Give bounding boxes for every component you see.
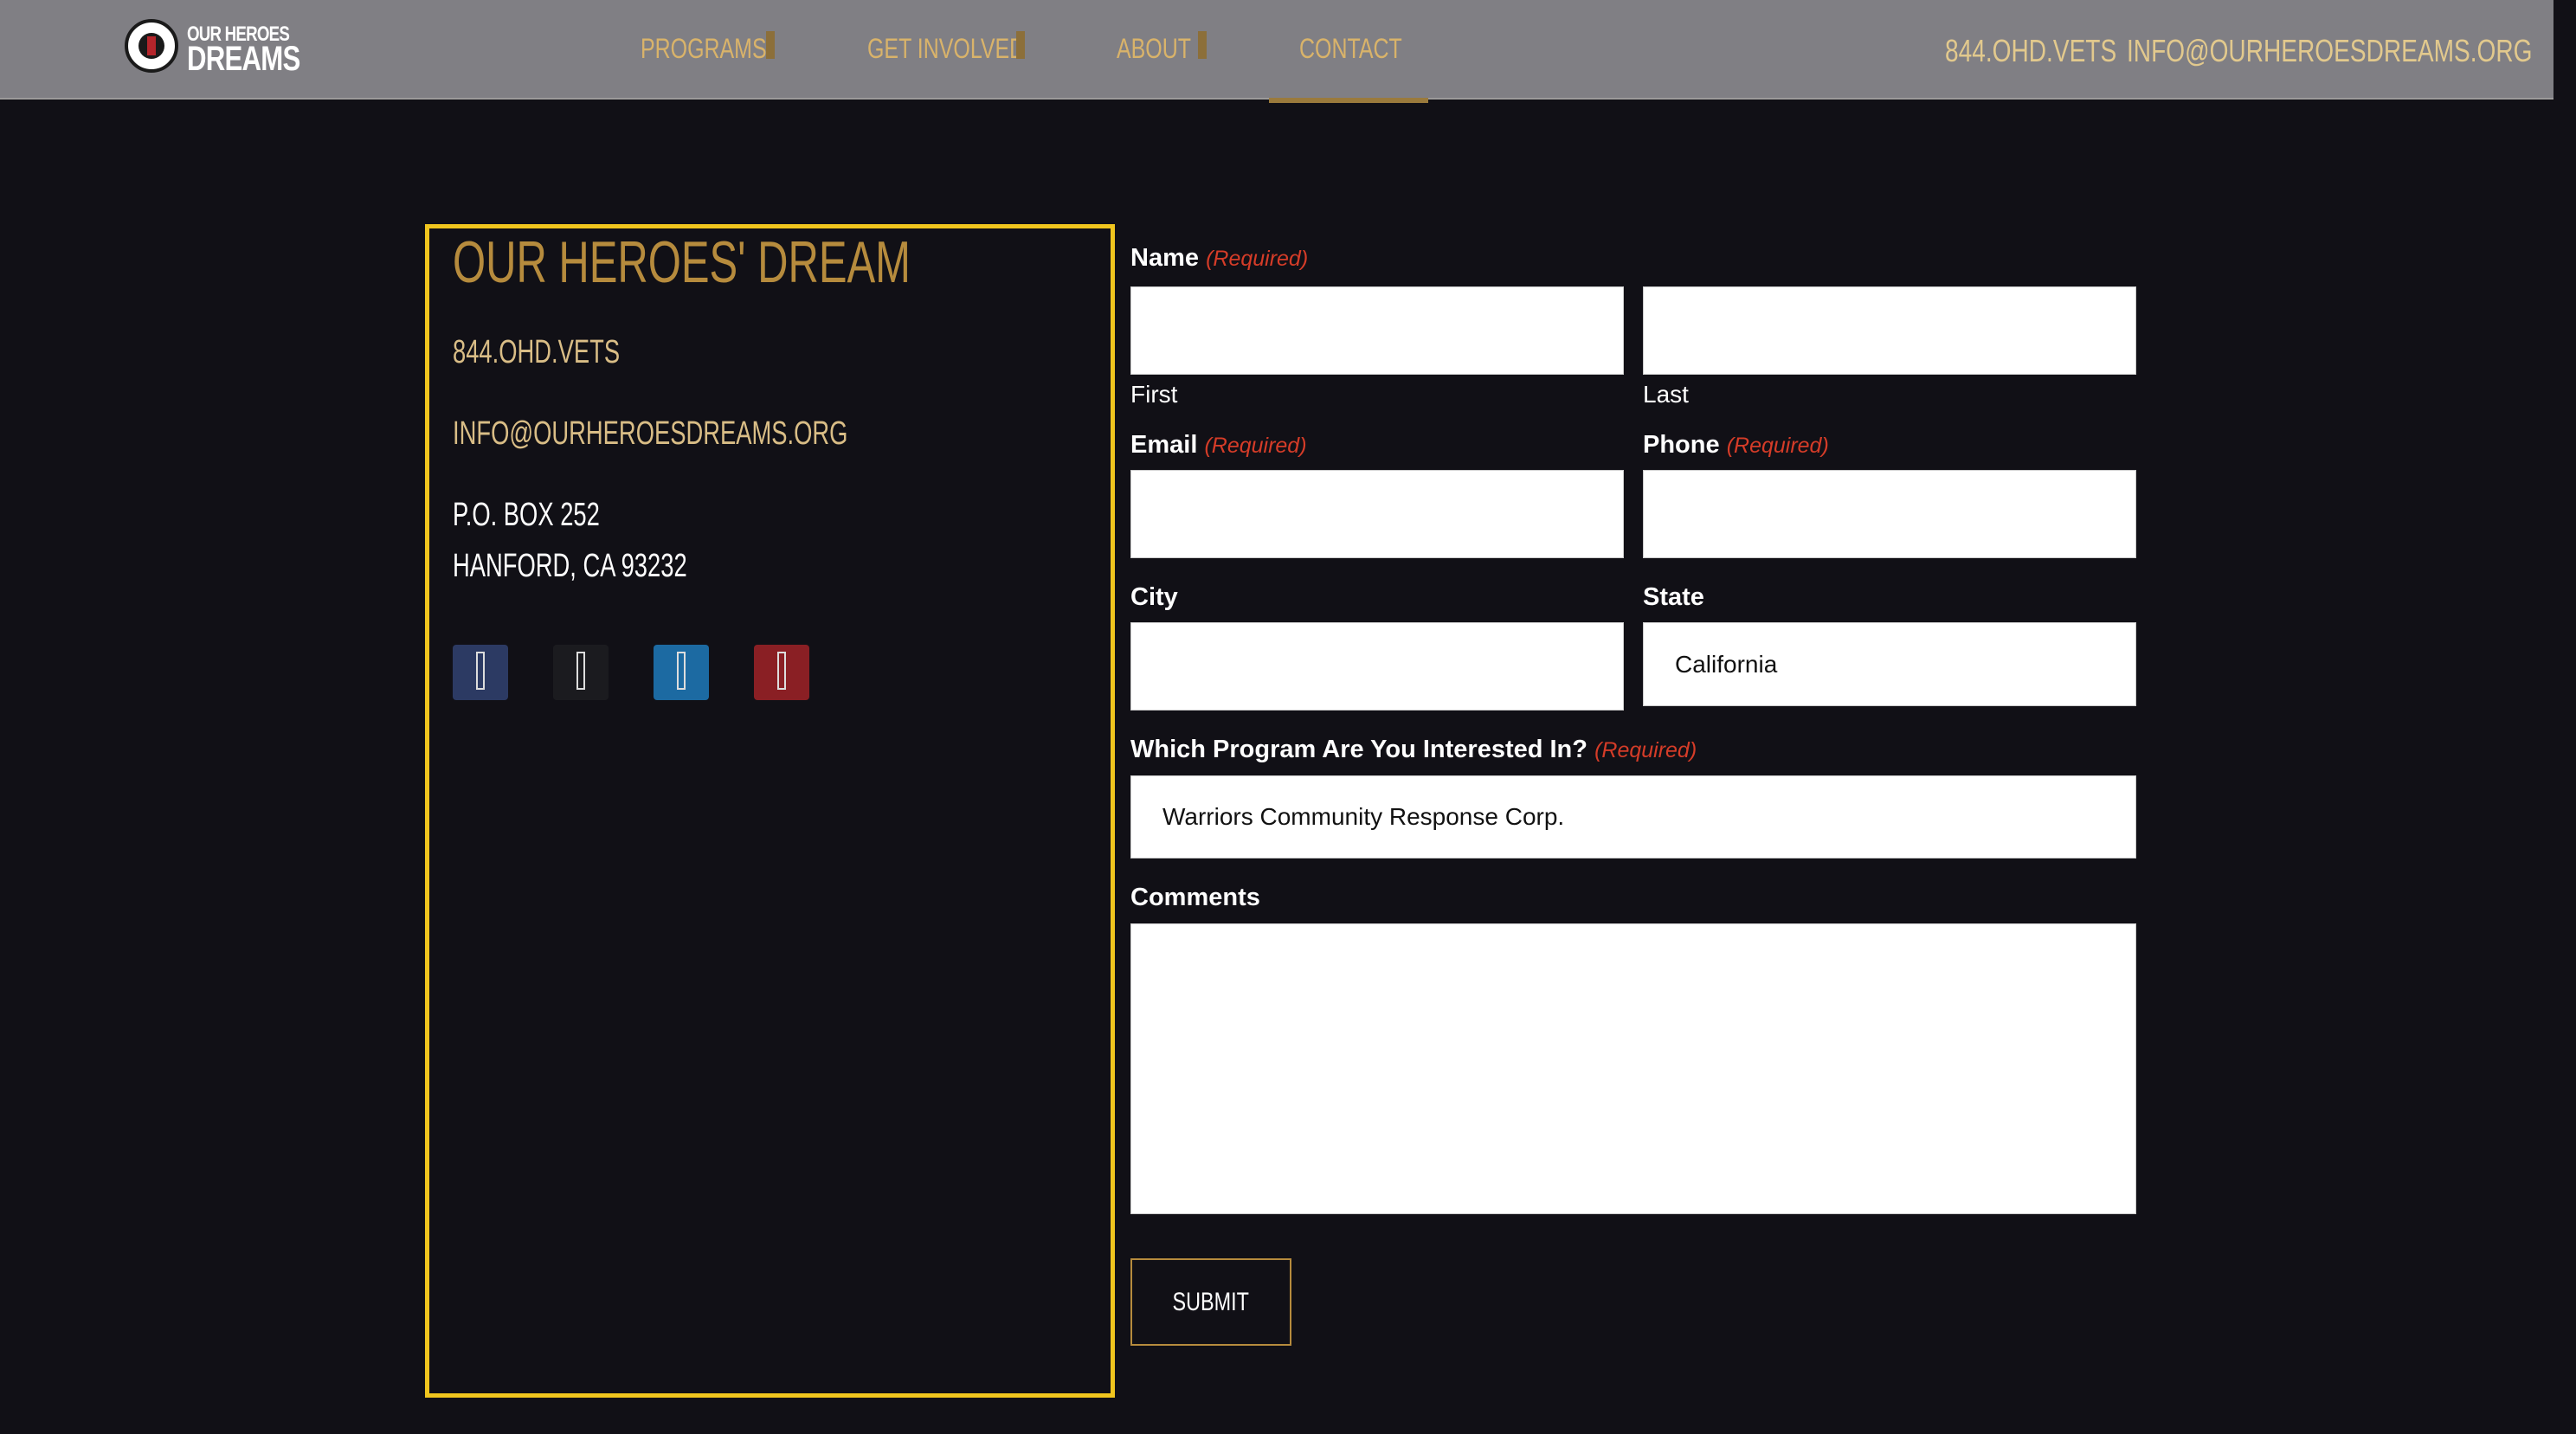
first-name-sublabel: First <box>1130 381 1178 408</box>
active-nav-underline <box>1269 98 1428 103</box>
facebook-icon[interactable] <box>453 645 508 700</box>
nav-programs[interactable]: PROGRAMS <box>641 33 802 65</box>
logo-text-bottom: DREAMS <box>187 40 300 78</box>
city-input[interactable] <box>1130 622 1624 711</box>
x-icon[interactable] <box>553 645 609 700</box>
email-input[interactable] <box>1130 470 1624 558</box>
info-phone-link[interactable]: 844.OHD.VETS <box>453 334 685 371</box>
logo-badge-icon <box>125 19 178 73</box>
name-label: Name (Required) <box>1130 244 1309 272</box>
submit-button[interactable]: SUBMIT <box>1130 1258 1291 1346</box>
youtube-icon[interactable] <box>754 645 809 700</box>
header-email-link[interactable]: INFO@OURHEROESDREAMS.ORG <box>2127 33 2576 69</box>
organization-title: OUR HEROES' DREAM <box>453 229 911 295</box>
first-name-input[interactable] <box>1130 286 1624 375</box>
state-selected-value: California <box>1675 650 1778 678</box>
get-involved-dropdown-icon[interactable] <box>1016 31 1025 59</box>
last-name-input[interactable] <box>1643 286 2136 375</box>
comments-label: Comments <box>1130 884 1260 911</box>
city-label: City <box>1130 583 1178 611</box>
nav-get-involved[interactable]: GET INVOLVED <box>867 33 1070 65</box>
phone-input[interactable] <box>1643 470 2136 558</box>
phone-label: Phone (Required) <box>1643 431 1829 459</box>
state-select[interactable]: California <box>1643 622 2136 706</box>
nav-contact[interactable]: CONTACT <box>1299 33 1431 65</box>
site-logo[interactable]: OUR HEROES DREAMS <box>123 19 300 80</box>
state-label: State <box>1643 583 1704 611</box>
program-label: Which Program Are You Interested In? (Re… <box>1130 736 1697 763</box>
site-header: OUR HEROES DREAMS PROGRAMS GET INVOLVED … <box>0 0 2553 100</box>
program-selected-value: Warriors Community Response Corp. <box>1162 803 1565 830</box>
about-dropdown-icon[interactable] <box>1198 31 1207 59</box>
email-label: Email (Required) <box>1130 431 1307 459</box>
address-line-2: HANFORD, CA 93232 <box>453 548 687 584</box>
programs-dropdown-icon[interactable] <box>766 31 775 59</box>
address-line-1: P.O. BOX 252 <box>453 497 600 533</box>
program-select[interactable]: Warriors Community Response Corp. <box>1130 775 2136 858</box>
contact-info-panel: OUR HEROES' DREAM 844.OHD.VETS INFO@OURH… <box>425 224 1115 1398</box>
comments-textarea[interactable] <box>1130 923 2136 1214</box>
linkedin-icon[interactable] <box>654 645 709 700</box>
info-email-link[interactable]: INFO@OURHEROESDREAMS.ORG <box>453 415 1001 453</box>
last-name-sublabel: Last <box>1643 381 1689 408</box>
